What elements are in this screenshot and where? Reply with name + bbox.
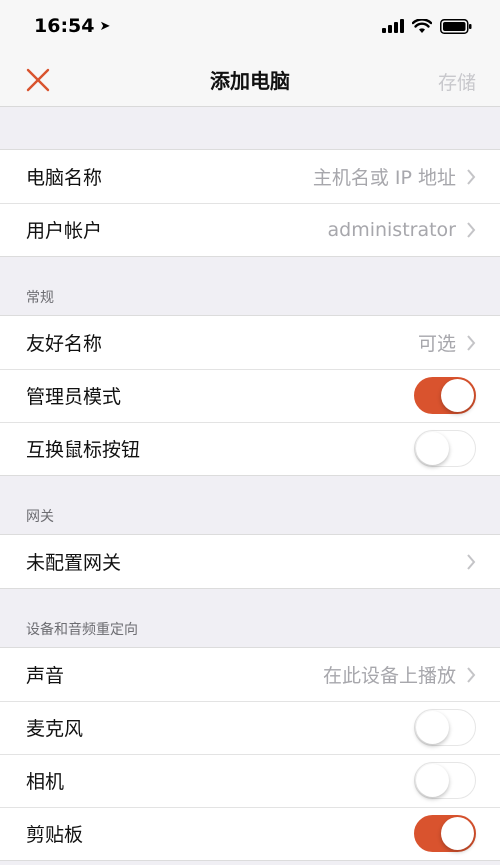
clipboard-row: 剪贴板 <box>0 807 500 860</box>
user-account-row[interactable]: 用户帐户 administrator <box>0 203 500 256</box>
user-account-value: administrator <box>327 218 456 241</box>
status-bar: 16:54 ➤ <box>0 0 500 52</box>
save-button[interactable]: 存储 <box>438 68 476 95</box>
gateway-label: 未配置网关 <box>26 552 122 574</box>
pc-name-label: 电脑名称 <box>26 167 103 189</box>
friendly-name-row[interactable]: 友好名称 可选 <box>0 316 500 369</box>
gateway-row[interactable]: 未配置网关 <box>0 535 500 588</box>
section-header-redirection: 设备和音频重定向 <box>26 622 138 638</box>
pc-name-row[interactable]: 电脑名称 主机名或 IP 地址 <box>0 150 500 203</box>
general-group: 友好名称 可选 管理员模式 互换鼠标按钮 <box>0 315 500 476</box>
friendly-name-label: 友好名称 <box>26 333 103 355</box>
microphone-label: 麦克风 <box>26 718 84 740</box>
gateway-group: 未配置网关 <box>0 534 500 589</box>
section-header-general: 常规 <box>26 290 54 306</box>
chevron-right-icon <box>467 221 476 238</box>
wifi-icon <box>412 18 432 33</box>
sound-row[interactable]: 声音 在此设备上播放 <box>0 648 500 701</box>
chevron-right-icon <box>467 553 476 570</box>
clock: 16:54 <box>34 15 95 37</box>
clipboard-label: 剪贴板 <box>26 824 84 846</box>
sound-label: 声音 <box>26 665 65 687</box>
battery-icon <box>440 18 472 34</box>
user-account-label: 用户帐户 <box>26 220 103 242</box>
status-icons <box>382 18 472 34</box>
swap-mouse-row: 互换鼠标按钮 <box>0 422 500 475</box>
microphone-toggle[interactable] <box>414 709 476 746</box>
sound-value: 在此设备上播放 <box>322 665 456 687</box>
status-time: 16:54 ➤ <box>34 15 110 37</box>
swap-mouse-label: 互换鼠标按钮 <box>26 439 141 461</box>
navigation-bar: 添加电脑 存储 <box>0 52 500 107</box>
camera-label: 相机 <box>26 771 65 793</box>
admin-mode-toggle[interactable] <box>414 377 476 414</box>
camera-toggle[interactable] <box>414 762 476 799</box>
pc-name-value: 主机名或 IP 地址 <box>312 167 456 189</box>
admin-mode-row: 管理员模式 <box>0 369 500 422</box>
microphone-row: 麦克风 <box>0 701 500 754</box>
section-header-gateway: 网关 <box>26 509 54 525</box>
swap-mouse-toggle[interactable] <box>414 430 476 467</box>
admin-mode-label: 管理员模式 <box>26 386 122 408</box>
redirection-group: 声音 在此设备上播放 麦克风 相机 剪贴板 <box>0 647 500 861</box>
chevron-right-icon <box>467 168 476 185</box>
camera-row: 相机 <box>0 754 500 807</box>
location-icon: ➤ <box>99 18 111 34</box>
close-icon[interactable] <box>24 66 52 94</box>
page-title: 添加电脑 <box>210 68 290 93</box>
signal-icon <box>382 19 404 33</box>
connection-group: 电脑名称 主机名或 IP 地址 用户帐户 administrator <box>0 149 500 257</box>
chevron-right-icon <box>467 334 476 351</box>
chevron-right-icon <box>467 666 476 683</box>
friendly-name-value: 可选 <box>417 333 456 355</box>
clipboard-toggle[interactable] <box>414 815 476 852</box>
